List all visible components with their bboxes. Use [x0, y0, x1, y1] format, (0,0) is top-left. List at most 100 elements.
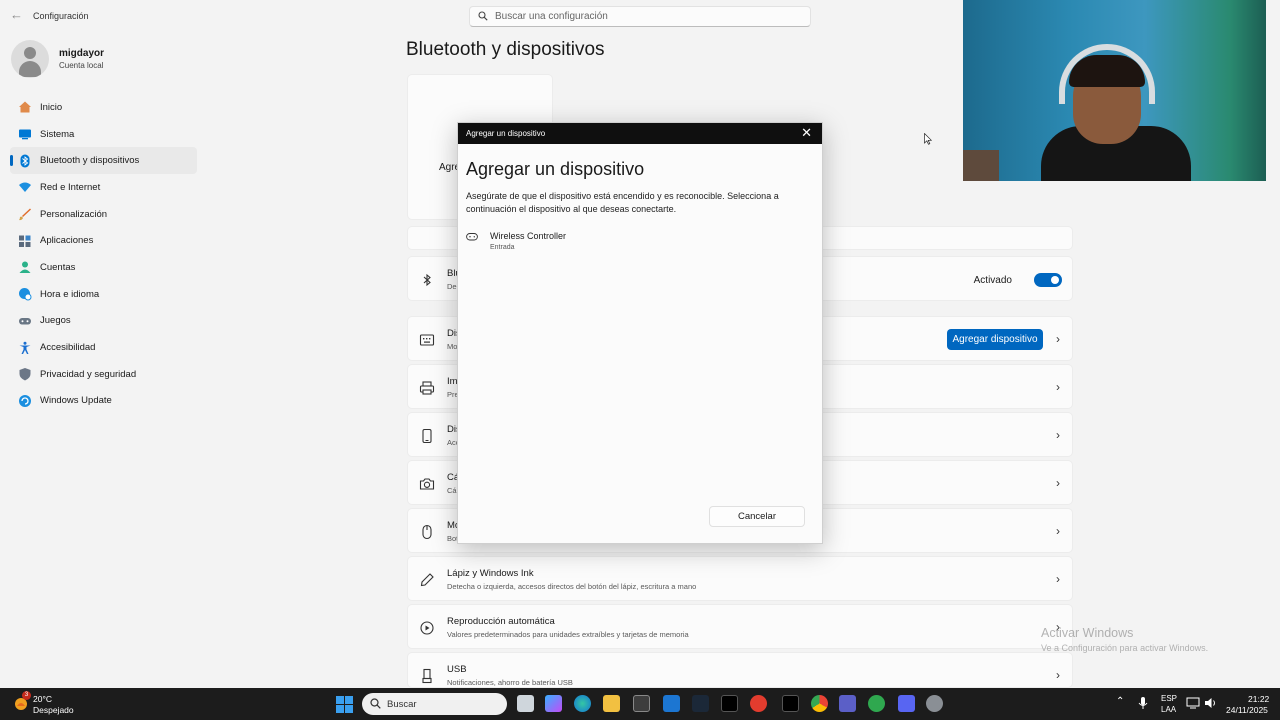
row-title: USB	[447, 664, 467, 675]
dialog-description: Asegúrate de que el dispositivo está enc…	[466, 191, 779, 214]
camera-icon	[419, 478, 435, 490]
usb-row[interactable]: USB Notificaciones, ahorro de batería US…	[407, 652, 1073, 688]
tiktok-studio-icon[interactable]	[782, 695, 799, 712]
account-icon	[19, 261, 31, 274]
autoplay-row[interactable]: Reproducción automática Valores predeter…	[407, 604, 1073, 649]
weather-temp[interactable]: 20°C	[33, 694, 52, 704]
back-arrow-icon[interactable]: ←	[10, 8, 24, 22]
sidebar-item-label: Privacidad y seguridad	[40, 368, 137, 380]
steam-icon[interactable]	[692, 695, 709, 712]
add-device-button[interactable]: Agregar dispositivo	[947, 329, 1043, 350]
row-subtitle: Mo	[447, 342, 458, 351]
sidebar-item-label: Aplicaciones	[40, 235, 94, 247]
row-subtitle: De	[447, 282, 457, 291]
accessibility-icon	[19, 341, 31, 354]
teams-icon[interactable]	[839, 695, 856, 712]
globe-clock-icon	[19, 288, 32, 301]
mouse-cursor-icon	[924, 133, 932, 145]
sidebar-item-privacidad[interactable]: Privacidad y seguridad	[10, 361, 197, 388]
search-input[interactable]	[495, 9, 795, 24]
cancel-button[interactable]: Cancelar	[709, 506, 805, 527]
device-list-item[interactable]: Wireless Controller Entrada	[466, 229, 806, 253]
search-icon	[370, 698, 381, 709]
dialog-window-title: Agregar un dispositivo	[466, 129, 546, 138]
volume-icon[interactable]	[1204, 696, 1218, 710]
phone-icon	[422, 428, 432, 444]
sidebar-item-aplicaciones[interactable]: Aplicaciones	[10, 227, 197, 254]
sidebar-item-hora[interactable]: Hora e idioma	[10, 281, 197, 308]
settings-search[interactable]	[469, 6, 811, 27]
shield-icon	[19, 368, 31, 381]
wifi-icon	[19, 182, 31, 193]
file-explorer-icon[interactable]	[603, 695, 620, 712]
pen-row[interactable]: Lápiz y Windows Ink Detecha o izquierda,…	[407, 556, 1073, 601]
row-subtitle: Cá	[447, 486, 457, 495]
sidebar-item-label: Personalización	[40, 208, 108, 220]
clock-time[interactable]: 21:22	[1248, 694, 1269, 704]
row-subtitle: Notificaciones, ahorro de batería USB	[447, 678, 573, 687]
sidebar-item-accesibilidad[interactable]: Accesibilidad	[10, 334, 197, 361]
chevron-up-icon[interactable]: ⌃	[1116, 696, 1124, 707]
keyboard-icon	[419, 334, 435, 346]
close-icon[interactable]: ✕	[801, 126, 812, 140]
network-icon[interactable]	[1186, 696, 1200, 710]
keyboard-layout-indicator[interactable]: LAA	[1161, 705, 1176, 714]
sidebar-item-sistema[interactable]: Sistema	[10, 121, 197, 148]
sidebar-nav: Inicio Sistema Bluetooth y dispositivos …	[10, 94, 197, 414]
task-view-icon[interactable]	[517, 695, 534, 712]
chevron-right-icon[interactable]: ›	[1056, 332, 1060, 346]
chevron-right-icon[interactable]: ›	[1056, 668, 1060, 682]
chevron-right-icon[interactable]: ›	[1056, 428, 1060, 442]
weather-desc[interactable]: Despejado	[33, 705, 74, 715]
bluetooth-toggle[interactable]	[1034, 273, 1062, 287]
user-name: migdayor	[59, 48, 105, 59]
copilot-icon[interactable]	[545, 695, 562, 712]
webcam-overlay	[963, 0, 1266, 181]
discord-icon[interactable]	[898, 695, 915, 712]
update-icon	[19, 394, 31, 407]
start-button[interactable]	[336, 696, 353, 713]
sidebar-item-bluetooth[interactable]: Bluetooth y dispositivos	[10, 147, 197, 175]
sidebar-item-juegos[interactable]: Juegos	[10, 308, 197, 335]
bluetooth-icon	[20, 154, 30, 168]
utorrent-icon[interactable]	[868, 695, 885, 712]
chrome-icon[interactable]	[811, 695, 828, 712]
sidebar-item-cuentas[interactable]: Cuentas	[10, 254, 197, 281]
sidebar-item-inicio[interactable]: Inicio	[10, 94, 197, 121]
sidebar-item-label: Accesibilidad	[40, 342, 96, 354]
chevron-right-icon[interactable]: ›	[1056, 476, 1060, 490]
system-icon	[19, 129, 31, 140]
weather-badge: 3	[22, 691, 31, 700]
settings-gear-icon[interactable]	[926, 695, 943, 712]
language-indicator[interactable]: ESP	[1161, 694, 1177, 703]
sidebar-item-label: Windows Update	[40, 395, 112, 407]
mouse-icon	[422, 524, 432, 540]
row-title: Im	[447, 376, 458, 387]
activation-watermark-subtitle: Ve a Configuración para activar Windows.	[1041, 643, 1209, 653]
tiktok-icon[interactable]	[721, 695, 738, 712]
chevron-right-icon[interactable]: ›	[1056, 524, 1060, 538]
store-icon[interactable]	[633, 695, 650, 712]
app-title: Configuración	[33, 11, 89, 21]
outlook-icon[interactable]	[663, 695, 680, 712]
activation-watermark-title: Activar Windows	[1041, 626, 1134, 640]
edge-icon[interactable]	[574, 695, 591, 712]
clock-date[interactable]: 24/11/2025	[1226, 705, 1268, 715]
sidebar-item-label: Inicio	[40, 101, 63, 113]
sidebar-item-red[interactable]: Red e Internet	[10, 174, 197, 201]
toggle-label: Activado	[973, 275, 1012, 286]
sidebar-item-personalizacion[interactable]: Personalización	[10, 201, 197, 228]
taskbar-search[interactable]: Buscar	[362, 693, 507, 715]
microphone-icon[interactable]	[1138, 696, 1148, 710]
account-type: Cuenta local	[59, 61, 104, 70]
title-bar: ← Configuración	[0, 0, 963, 32]
sidebar-item-label: Bluetooth y dispositivos	[40, 155, 140, 167]
page-title: Bluetooth y dispositivos	[406, 39, 605, 60]
sidebar-item-windows-update[interactable]: Windows Update	[10, 388, 197, 415]
chevron-right-icon[interactable]: ›	[1056, 380, 1060, 394]
record-app-icon[interactable]	[750, 695, 767, 712]
chevron-right-icon[interactable]: ›	[1056, 572, 1060, 586]
usb-icon	[422, 668, 432, 684]
gamepad-icon	[466, 233, 478, 241]
printer-icon	[419, 381, 435, 395]
